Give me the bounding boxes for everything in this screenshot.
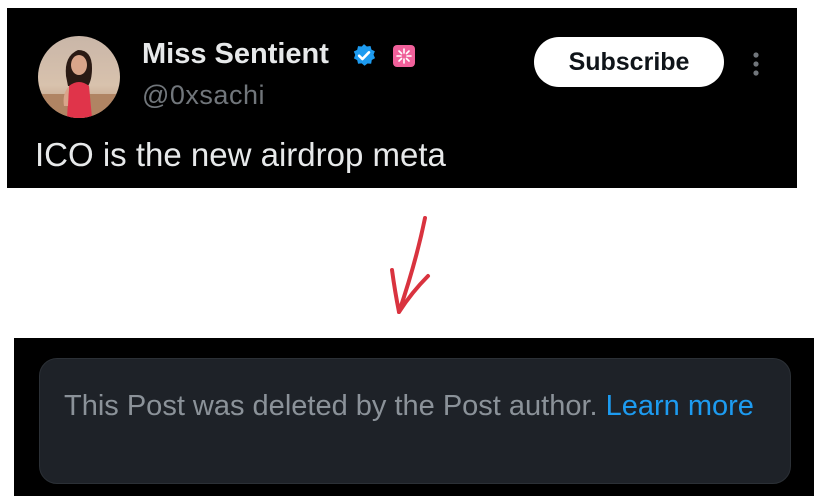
- tweet-card: Miss Sentient @0xsachi Subscribe ICO is …: [7, 8, 797, 188]
- deleted-message-text: This Post was deleted by the Post author…: [64, 390, 606, 422]
- avatar[interactable]: [38, 36, 120, 118]
- deleted-post-message: This Post was deleted by the Post author…: [64, 385, 764, 427]
- handle[interactable]: @0xsachi: [142, 80, 265, 111]
- subscribe-button[interactable]: Subscribe: [534, 37, 724, 87]
- display-name[interactable]: Miss Sentient: [142, 38, 329, 71]
- down-arrow-icon: [390, 216, 430, 314]
- learn-more-link[interactable]: Learn more: [606, 390, 754, 422]
- affiliate-badge-icon[interactable]: [392, 44, 416, 68]
- deleted-post-notice: This Post was deleted by the Post author…: [39, 358, 791, 484]
- deleted-post-card: This Post was deleted by the Post author…: [14, 338, 814, 496]
- more-options-icon[interactable]: [750, 50, 762, 78]
- verified-icon: [353, 44, 376, 66]
- tweet-text: ICO is the new airdrop meta: [35, 136, 446, 173]
